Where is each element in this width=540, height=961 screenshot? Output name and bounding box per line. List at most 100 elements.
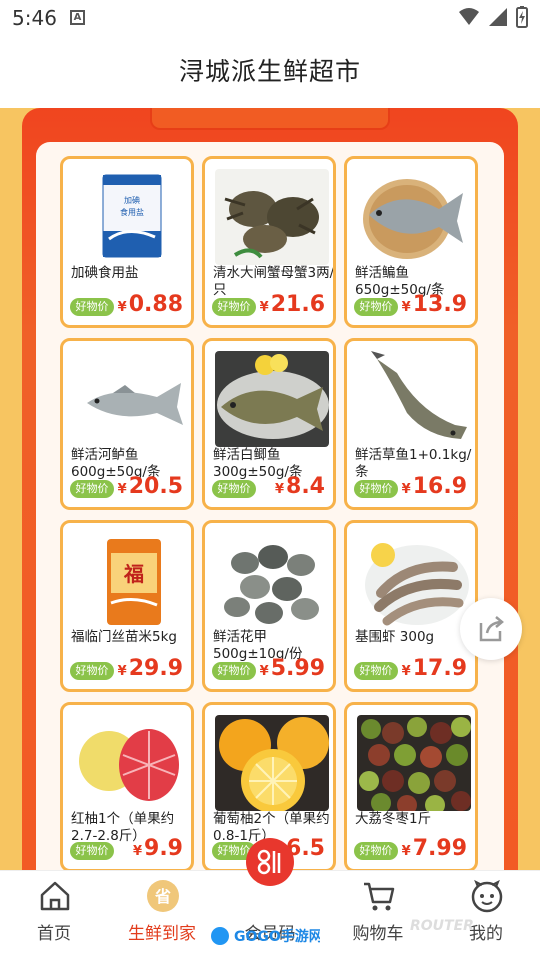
product-card[interactable]: 福 福临门丝苗米5kg 好物价 ¥29.9	[60, 520, 194, 692]
product-card[interactable]: 红柚1个（单果约2.7-2.8斤） 好物价 ¥9.9	[60, 702, 194, 872]
price-value: 29.9	[128, 656, 183, 681]
jujube-image	[357, 715, 471, 811]
currency-symbol: ¥	[401, 844, 411, 859]
product-price: ¥20.5	[118, 473, 183, 504]
perch-fish-image	[73, 351, 187, 447]
price-tag: 好物价	[70, 662, 114, 680]
product-name: 福临门丝苗米5kg	[71, 629, 177, 645]
product-card[interactable]: 加碘 食用盐 加碘食用盐 好物价 ¥0.88	[60, 156, 194, 328]
price-tag: 好物价	[70, 298, 114, 316]
currency-symbol: ¥	[117, 482, 127, 497]
price-tag: 好物价	[212, 662, 256, 680]
currency-symbol: ¥	[259, 300, 269, 315]
bream-fish-image	[357, 169, 471, 265]
battery-icon	[516, 6, 528, 28]
product-price: ¥7.99	[402, 835, 467, 866]
price-value: 20.5	[128, 474, 183, 499]
price-value: 17.9	[412, 656, 467, 681]
price-tag: 好物价	[70, 480, 114, 498]
pomelo-image	[73, 715, 187, 811]
product-price: ¥0.88	[118, 291, 183, 322]
banner-notch	[150, 108, 390, 130]
product-price: ¥17.9	[402, 655, 467, 686]
currency-symbol: ¥	[117, 300, 127, 315]
member-code-button[interactable]	[246, 838, 294, 886]
price-value: 9.9	[144, 836, 183, 861]
price-tag: 好物价	[212, 298, 256, 316]
profile-icon	[471, 879, 503, 913]
tab-cart[interactable]: 购物车	[328, 871, 428, 961]
price-value: 7.99	[412, 836, 467, 861]
price-value: 5.99	[270, 656, 325, 681]
price-value: 0.88	[128, 292, 183, 317]
salt-product-image: 加碘 食用盐	[73, 169, 187, 265]
product-name: 加碘食用盐	[71, 265, 139, 281]
price-value: 13.9	[412, 292, 467, 317]
tab-home-label: 首页	[37, 924, 71, 944]
watermark-logo: GOGO手游网	[211, 927, 320, 945]
product-card[interactable]: 鲜活白鲫鱼300g±50g/条 好物价 ¥8.4	[202, 338, 336, 510]
product-card[interactable]: 基围虾 300g 好物价 ¥17.9	[344, 520, 478, 692]
signal-icon	[489, 8, 507, 26]
status-time: 5:46	[12, 6, 57, 30]
status-icons	[458, 6, 528, 28]
grass-carp-image	[357, 351, 471, 447]
price-tag: 好物价	[354, 480, 398, 498]
crab-product-image	[215, 169, 329, 265]
currency-symbol: ¥	[117, 664, 127, 679]
price-value: 21.6	[270, 292, 325, 317]
clam-image	[215, 533, 329, 629]
salt-package-text-2: 食用盐	[120, 207, 144, 217]
product-price: ¥8.4	[275, 473, 325, 504]
sim-icon: A	[70, 10, 85, 25]
price-tag: 好物价	[70, 842, 114, 860]
currency-symbol: ¥	[132, 844, 143, 859]
status-bar: 5:46 A	[0, 0, 540, 36]
home-icon	[40, 881, 70, 911]
share-icon	[479, 616, 504, 642]
page-title: 浔城派生鲜超市	[178, 57, 361, 86]
currency-symbol: ¥	[401, 300, 411, 315]
price-tag: 好物价	[212, 480, 256, 498]
product-card[interactable]: 鲜活河鲈鱼600g±50g/条 好物价 ¥20.5	[60, 338, 194, 510]
price-tag: 好物价	[354, 662, 398, 680]
price-value: 16.9	[412, 474, 467, 499]
grapefruit-image	[215, 715, 329, 811]
currency-symbol: ¥	[259, 664, 269, 679]
product-card[interactable]: 鲜活鳊鱼650g±50g/条 好物价 ¥13.9	[344, 156, 478, 328]
tab-mine[interactable]: 我的	[436, 871, 536, 961]
product-price: ¥13.9	[402, 291, 467, 322]
page-header: 浔城派生鲜超市	[0, 36, 540, 108]
product-card[interactable]: 大荔冬枣1斤 好物价 ¥7.99	[344, 702, 478, 872]
salt-package-text-1: 加碘	[124, 195, 140, 205]
watermark-side-text: ROUTER	[410, 918, 474, 934]
member-code-icon	[257, 849, 281, 875]
cart-icon	[364, 882, 395, 911]
crucian-fish-image	[215, 351, 329, 447]
currency-symbol: ¥	[274, 482, 285, 497]
product-price: ¥21.6	[260, 291, 325, 322]
fresh-delivery-icon: 省	[147, 880, 179, 912]
share-button[interactable]	[460, 598, 522, 660]
price-tag: 好物价	[354, 842, 398, 860]
shrimp-image	[357, 533, 471, 629]
svg-text:福: 福	[123, 562, 144, 586]
product-name: 大荔冬枣1斤	[355, 811, 432, 827]
tab-fresh-label: 生鲜到家	[128, 924, 196, 944]
tab-home[interactable]: 首页	[4, 871, 104, 961]
product-card[interactable]: 鲜活花甲500g±10g/份 好物价 ¥5.99	[202, 520, 336, 692]
product-price: ¥29.9	[118, 655, 183, 686]
price-tag: 好物价	[354, 298, 398, 316]
fresh-badge-text: 省	[154, 887, 171, 906]
product-price: ¥9.9	[133, 835, 183, 866]
wifi-icon	[459, 8, 479, 25]
currency-symbol: ¥	[401, 664, 411, 679]
product-card[interactable]: 清水大闸蟹母蟹3两/只 好物价 ¥21.6	[202, 156, 336, 328]
watermark-text: GOGO手游网	[234, 928, 320, 945]
product-price: ¥16.9	[402, 473, 467, 504]
tab-fresh[interactable]: 省 生鲜到家	[112, 871, 212, 961]
rice-bag-image: 福	[73, 533, 187, 629]
product-card[interactable]: 鲜活草鱼1+0.1kg/条 好物价 ¥16.9	[344, 338, 478, 510]
price-value: 8.4	[286, 474, 325, 499]
currency-symbol: ¥	[401, 482, 411, 497]
